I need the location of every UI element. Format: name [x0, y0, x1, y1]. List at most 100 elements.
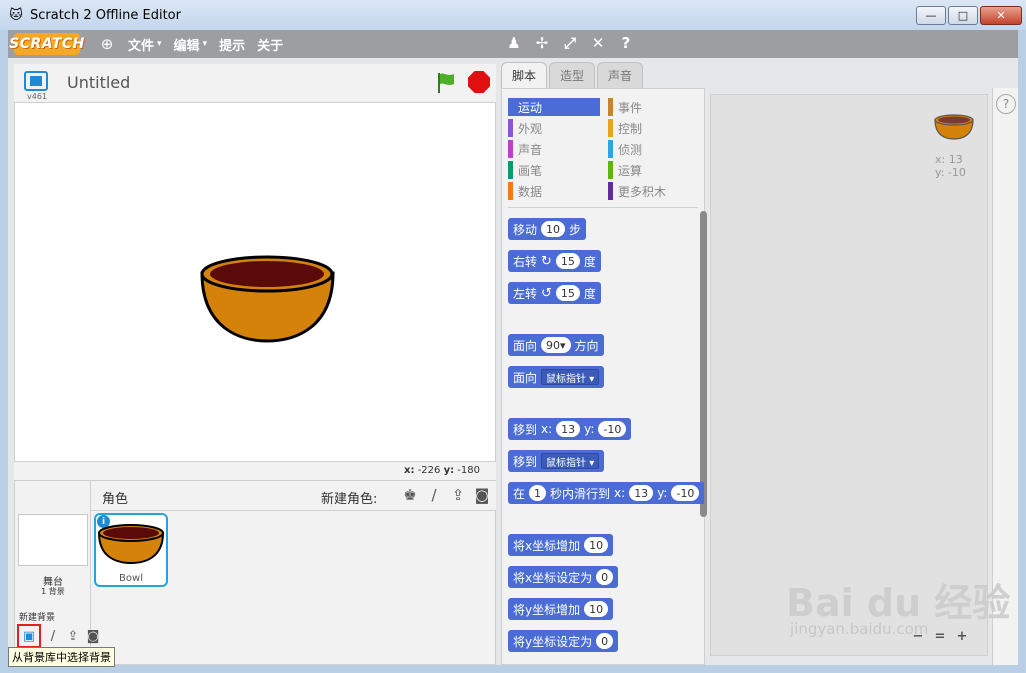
- globe-icon[interactable]: ⊕: [98, 35, 116, 53]
- watermark-url: jingyan.baidu.com: [790, 620, 929, 638]
- category-events[interactable]: 事件: [608, 98, 700, 116]
- block-text: 度: [583, 254, 596, 269]
- stage-column: 舞台 1 背景 新建背景 ▣ / ⇪ ◙: [15, 481, 99, 664]
- block-number-input[interactable]: 0: [596, 569, 614, 585]
- category-swatch: [508, 161, 513, 179]
- category-more-blocks[interactable]: 更多积木: [608, 182, 700, 200]
- category-swatch: [508, 140, 513, 158]
- block-number-input[interactable]: 15: [555, 285, 580, 301]
- block-go-to[interactable]: 移到 鼠标指针 ▾: [508, 450, 605, 472]
- stage-canvas[interactable]: [14, 102, 496, 462]
- category-data[interactable]: 数据: [508, 182, 600, 200]
- menu-tips-label: 提示: [219, 38, 246, 54]
- category-operators[interactable]: 运算: [608, 161, 700, 179]
- menu-tips[interactable]: 提示: [219, 35, 245, 54]
- help-icon[interactable]: ?: [996, 94, 1016, 114]
- tab-sounds[interactable]: 声音: [597, 62, 644, 88]
- help-block-icon[interactable]: ?: [617, 34, 635, 52]
- category-looks[interactable]: 外观: [508, 119, 600, 137]
- block-set-x[interactable]: 将x坐标设定为 0: [508, 566, 619, 588]
- block-text: 度: [583, 286, 596, 301]
- scratch-logo[interactable]: SCRATCH: [9, 33, 84, 55]
- grow-icon[interactable]: ⤢: [561, 34, 579, 52]
- tab-scripts[interactable]: 脚本: [501, 62, 548, 88]
- block-number-input[interactable]: 0: [596, 633, 614, 649]
- category-sound[interactable]: 声音: [508, 140, 600, 158]
- block-text: 秒内滑行到: [550, 486, 611, 501]
- block-point-towards[interactable]: 面向 鼠标指针 ▾: [508, 366, 605, 388]
- shrink-icon[interactable]: ✕: [589, 34, 607, 52]
- block-move-steps[interactable]: 移动 10 步: [508, 218, 587, 240]
- minimize-button[interactable]: —: [916, 6, 946, 25]
- block-text: 右转: [513, 254, 538, 269]
- paint-brush-icon[interactable]: /: [45, 628, 61, 644]
- camera-icon[interactable]: ◙: [473, 486, 491, 504]
- zoom-reset-button[interactable]: =: [931, 627, 949, 645]
- block-glide[interactable]: 在 1 秒内滑行到 x: 13 y: -10: [508, 482, 704, 504]
- block-number-input[interactable]: -10: [598, 421, 627, 437]
- category-control[interactable]: 控制: [608, 119, 700, 137]
- stop-sign-icon[interactable]: [468, 71, 490, 93]
- x-value: -226: [417, 465, 441, 476]
- sprite-y: y: -10: [935, 166, 966, 179]
- block-number-input[interactable]: 13: [629, 485, 654, 501]
- category-sensing[interactable]: 侦测: [608, 140, 700, 158]
- category-label: 声音: [518, 142, 543, 157]
- palette-scrollbar[interactable]: [700, 211, 707, 517]
- zoom-in-button[interactable]: +: [953, 627, 971, 645]
- rotate-right-icon: ↻: [541, 253, 552, 269]
- block-number-input[interactable]: 1: [529, 485, 547, 501]
- block-change-x[interactable]: 将x坐标增加 10: [508, 534, 614, 556]
- block-text: 将y坐标增加: [513, 602, 581, 617]
- category-label: 侦测: [618, 142, 643, 157]
- block-number-input[interactable]: 10: [584, 537, 609, 553]
- maximize-button[interactable]: □: [948, 6, 978, 25]
- scratch-cat-icon: 🐱: [9, 7, 23, 23]
- block-change-y[interactable]: 将y坐标增加 10: [508, 598, 614, 620]
- green-flag-icon[interactable]: [434, 71, 458, 95]
- block-set-y[interactable]: 将y坐标设定为 0: [508, 630, 619, 652]
- camera-icon[interactable]: ◙: [85, 628, 101, 644]
- presentation-mode-button[interactable]: [24, 71, 48, 91]
- sprite-position: x: 13 y: -10: [935, 153, 966, 179]
- sprite-library-icon[interactable]: ♚: [401, 486, 419, 504]
- paint-brush-icon[interactable]: /: [425, 486, 443, 504]
- block-number-input[interactable]: 13: [556, 421, 581, 437]
- block-turn-left[interactable]: 左转 ↺ 15 度: [508, 282, 601, 304]
- chevron-down-icon: ▾: [202, 39, 208, 49]
- block-number-input[interactable]: 10: [584, 601, 609, 617]
- close-button[interactable]: ✕: [980, 6, 1022, 25]
- block-point-in-direction[interactable]: 面向 90▾ 方向: [508, 334, 604, 356]
- bowl-sprite[interactable]: [15, 103, 497, 463]
- upload-icon[interactable]: ⇪: [65, 628, 81, 644]
- y-value: -180: [457, 465, 480, 476]
- block-number-input[interactable]: 10: [541, 221, 566, 237]
- upload-icon[interactable]: ⇪: [449, 486, 467, 504]
- block-text: 在: [513, 486, 526, 501]
- backdrop-library-icon[interactable]: ▣: [17, 624, 41, 648]
- sprite-thumbnail-bowl[interactable]: i Bowl: [94, 513, 168, 587]
- block-dropdown[interactable]: 鼠标指针 ▾: [541, 369, 600, 385]
- block-text: 移到: [513, 454, 538, 469]
- block-number-input[interactable]: -10: [671, 485, 700, 501]
- menu-about[interactable]: 关于: [257, 35, 283, 54]
- tab-costumes[interactable]: 造型: [549, 62, 596, 88]
- block-dropdown[interactable]: 鼠标指针 ▾: [541, 453, 600, 469]
- menu-edit[interactable]: 编辑 ▾: [174, 35, 208, 54]
- cut-scissors-icon[interactable]: ✢: [533, 34, 551, 52]
- block-direction-input[interactable]: 90▾: [541, 337, 571, 353]
- block-go-to-xy[interactable]: 移到 x: 13 y: -10: [508, 418, 632, 440]
- block-number-input[interactable]: 15: [555, 253, 580, 269]
- category-motion[interactable]: 运动: [508, 98, 600, 116]
- stage-thumbnail[interactable]: [18, 514, 88, 566]
- project-title[interactable]: Untitled: [67, 73, 130, 92]
- category-pen[interactable]: 画笔: [508, 161, 600, 179]
- menu-file[interactable]: 文件 ▾: [128, 35, 162, 54]
- duplicate-stamp-icon[interactable]: ♟: [505, 34, 523, 52]
- x-label: x:: [404, 465, 415, 476]
- block-text: 方向: [574, 338, 599, 353]
- menu-edit-label: 编辑: [173, 38, 200, 54]
- block-turn-right[interactable]: 右转 ↻ 15 度: [508, 250, 601, 272]
- category-swatch: [508, 98, 513, 116]
- rotate-left-icon: ↺: [541, 285, 552, 301]
